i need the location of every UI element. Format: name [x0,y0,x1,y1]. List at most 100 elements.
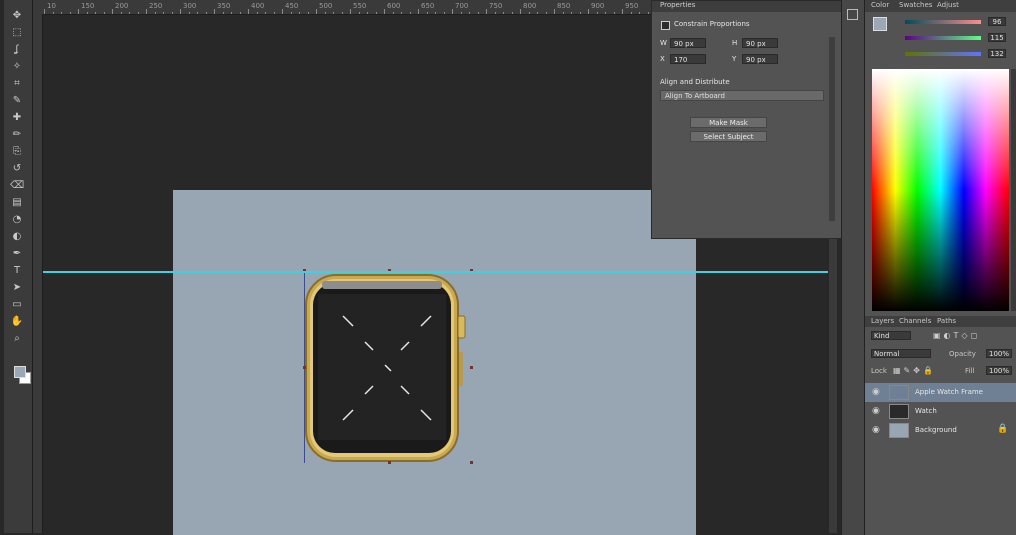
ruler-tick [520,9,521,14]
app-window: 10 150 200 250 300 350 400 450 500 550 600 650 700 75… [0,0,1016,535]
blue-value[interactable]: 132 [988,49,1006,58]
ruler-tick [443,12,445,14]
visibility-eye-icon[interactable]: ◉ [872,425,880,435]
ruler-tick [282,9,283,14]
ruler-tick [571,12,572,14]
visibility-eye-icon[interactable]: ◉ [872,406,880,416]
stamp-tool-icon[interactable]: ⎘ [10,146,24,157]
tab-color[interactable]: Color [871,1,889,9]
dialog-scrollbar[interactable] [829,37,835,221]
ruler-tick [146,9,147,14]
path-select-tool-icon[interactable]: ➤ [10,282,24,293]
transform-handle[interactable] [388,461,391,464]
horizontal-guide[interactable] [43,271,828,273]
eyedropper-tool-icon[interactable]: ✎ [10,95,24,106]
ruler-tick [61,12,62,14]
gradient-tool-icon[interactable]: ▤ [10,197,24,208]
move-tool-icon[interactable]: ✥ [10,10,24,21]
shape-tool-icon[interactable]: ▭ [10,299,24,310]
height-field[interactable]: 90 px [742,38,778,48]
ruler-tick-label: 400 [251,2,265,10]
layer-row[interactable]: ◉ Apple Watch Frame [865,383,1016,402]
brush-tool-icon[interactable]: ✏ [10,129,24,140]
layer-thumbnail [889,404,909,419]
y-label: Y [732,55,737,63]
green-value[interactable]: 115 [988,33,1006,42]
tab-channels[interactable]: Channels [899,317,931,325]
apple-watch-graphic[interactable] [305,272,467,464]
red-value[interactable]: 96 [988,17,1006,26]
green-slider[interactable] [905,36,981,40]
color-spectrum[interactable] [872,69,1009,311]
quick-select-tool-icon[interactable]: ✧ [10,61,24,72]
lasso-tool-icon[interactable]: ʆ [10,44,24,55]
layer-filter-kind[interactable]: Kind [871,331,911,340]
blend-mode-select[interactable]: Normal [871,349,931,358]
ruler-tick [435,12,436,14]
history-brush-tool-icon[interactable]: ↺ [10,163,24,174]
lock-icon: 🔒 [997,424,1009,434]
ruler-tick [154,12,156,14]
filter-icons[interactable]: ▣◐T◇◻ [933,331,980,340]
ruler-tick [69,12,71,14]
ruler-tick [367,12,368,14]
panel-toggle-icon[interactable] [847,9,858,20]
ruler-tick-label: 850 [557,2,571,10]
ruler-tick [392,12,394,14]
blue-slider[interactable] [905,52,981,56]
layer-name: Apple Watch Frame [915,388,983,396]
dialog-title-bar[interactable]: Properties [652,1,841,12]
section-label: Align and Distribute [660,78,730,86]
dodge-tool-icon[interactable]: ◐ [10,231,24,242]
hand-tool-icon[interactable]: ✋ [10,316,24,327]
zoom-tool-icon[interactable]: ⌕ [10,333,24,344]
foreground-color-swatch[interactable] [14,366,26,378]
vertical-ruler[interactable] [33,14,43,533]
layer-row[interactable]: ◉ Watch [865,402,1016,421]
spectrum-scrollbar[interactable] [1011,69,1016,311]
ruler-tick-label: 500 [319,2,333,10]
ruler-tick [622,9,623,14]
layer-row[interactable]: ◉ Background 🔒 [865,421,1016,440]
tab-paths[interactable]: Paths [937,317,956,325]
ruler-tick-label: 450 [285,2,299,10]
ruler-tick [562,12,564,14]
constrain-checkbox[interactable] [661,21,670,30]
ruler-tick [469,12,470,14]
properties-dialog: Properties Constrain Proportions W 90 px… [651,0,842,239]
ruler-tick [350,9,351,14]
ruler-tick [231,12,232,14]
transform-handle[interactable] [303,366,306,369]
eraser-tool-icon[interactable]: ⌫ [10,180,24,191]
transform-handle[interactable] [470,461,473,464]
ruler-tick [273,12,275,14]
red-slider[interactable] [905,20,981,24]
layer-thumbnail [889,385,909,400]
color-fg-swatch[interactable] [873,17,887,31]
ruler-tick [197,12,198,14]
pen-tool-icon[interactable]: ✒ [10,248,24,259]
width-field[interactable]: 90 px [670,38,706,48]
crop-tool-icon[interactable]: ⌗ [10,78,24,89]
opacity-field[interactable]: 100% [986,349,1012,358]
marquee-tool-icon[interactable]: ⬚ [10,27,24,38]
x-field[interactable]: 170 [670,54,706,64]
fill-field[interactable]: 100% [986,366,1012,375]
make-mask-button[interactable]: Make Mask [690,117,767,128]
tab-swatches[interactable]: Swatches [899,1,932,9]
visibility-eye-icon[interactable]: ◉ [872,387,880,397]
tab-adjust[interactable]: Adjust [937,1,959,9]
y-field[interactable]: 90 px [742,54,778,64]
align-select[interactable]: Align To Artboard [660,90,824,101]
ruler-tick-label: 250 [149,2,163,10]
ruler-tick [613,12,615,14]
ruler-tick [205,12,207,14]
transform-handle[interactable] [470,366,473,369]
lock-icons[interactable]: ▦✎✥🔒 [893,366,936,375]
type-tool-icon[interactable]: T [10,265,24,276]
tab-layers[interactable]: Layers [871,317,894,325]
healing-tool-icon[interactable]: ✚ [10,112,24,123]
blur-tool-icon[interactable]: ◔ [10,214,24,225]
ruler-tick [129,12,130,14]
select-subject-button[interactable]: Select Subject [690,131,767,142]
